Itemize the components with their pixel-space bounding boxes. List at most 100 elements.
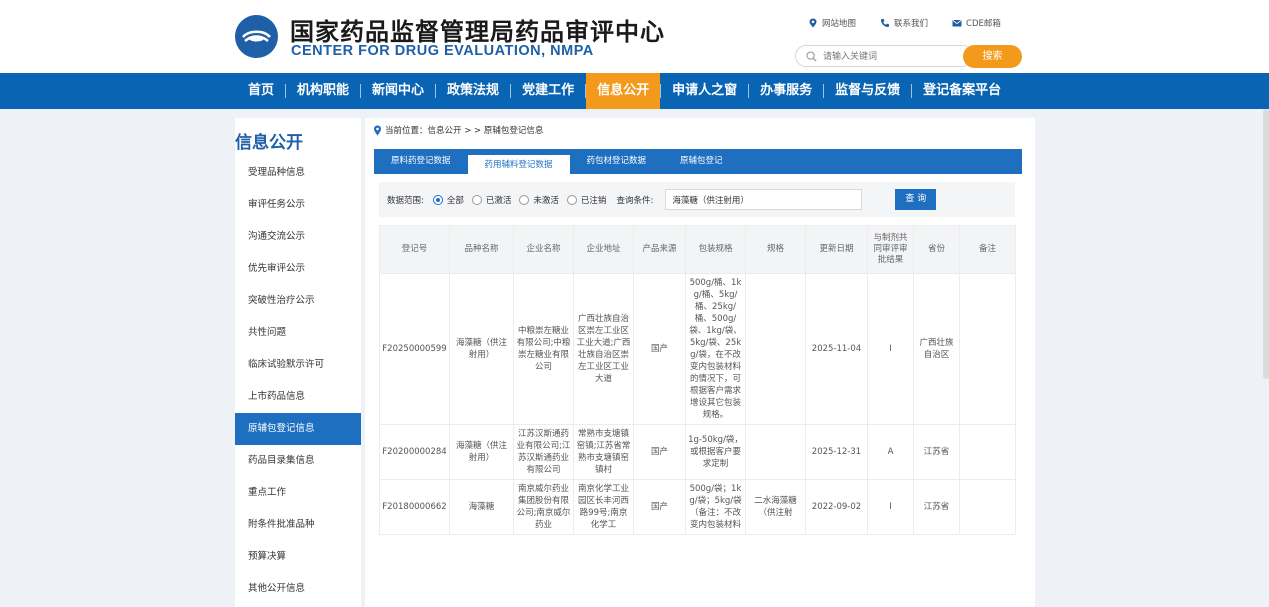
table-cell bbox=[959, 479, 1016, 535]
sidebar-item[interactable]: 其他公开信息 bbox=[235, 573, 361, 605]
radio-label: 全部 bbox=[446, 195, 464, 206]
table-cell bbox=[745, 273, 806, 425]
site-subtitle: CENTER FOR DRUG EVALUATION, NMPA bbox=[291, 43, 594, 59]
range-radio[interactable]: 已激活 bbox=[471, 194, 512, 206]
tab-item[interactable]: 原辅包登记 bbox=[663, 149, 740, 174]
table-cell: 江苏省 bbox=[913, 479, 960, 535]
table-cell: 国产 bbox=[633, 273, 686, 425]
table-cell: 广西壮族自治区崇左工业区工业大道;广西壮族自治区崇左工业区工业大道 bbox=[573, 273, 634, 425]
sidebar-item[interactable]: 沟通交流公示 bbox=[235, 221, 361, 253]
table-header-cell: 与制剂共同审评审批结果 bbox=[867, 225, 914, 274]
sidebar-item[interactable]: 上市药品信息 bbox=[235, 381, 361, 413]
tab-item[interactable]: 药包材登记数据 bbox=[570, 149, 664, 174]
location-pin-icon bbox=[374, 125, 381, 135]
table-cell: 500g/袋；1kg/袋；5kg/袋（备注：不改变内包装材料 bbox=[685, 479, 746, 535]
table-header-cell: 品种名称 bbox=[449, 225, 514, 274]
search-box bbox=[795, 45, 973, 67]
radio-dot-icon[interactable] bbox=[519, 194, 530, 205]
sidebar-item[interactable]: 重点工作 bbox=[235, 477, 361, 509]
range-radio[interactable]: 未激活 bbox=[519, 194, 559, 206]
nav-item[interactable]: 信息公开 bbox=[586, 73, 661, 109]
breadcrumb: 当前位置： 信息公开 > > 原辅包登记信息 bbox=[373, 124, 543, 136]
sidebar-item[interactable]: 药品目录集信息 bbox=[235, 445, 361, 477]
table-header-cell: 规格 bbox=[745, 225, 806, 274]
main-nav: 首页 机构职能 新闻中心 政策法规 党建工作 信息公开 申请人之窗 办事服务 监督与反馈 登记备案… bbox=[0, 73, 1269, 109]
nav-item[interactable]: 政策法规 bbox=[436, 73, 510, 109]
radio-label: 已激活 bbox=[485, 195, 512, 206]
table-cell: 1g-50kg/袋，或根据客户要求定制 bbox=[685, 424, 746, 480]
breadcrumb-path[interactable]: 信息公开 > > 原辅包登记信息 bbox=[428, 124, 544, 136]
table-cell: F20180000662 bbox=[379, 479, 450, 535]
sidebar-item[interactable]: 附条件批准品种 bbox=[235, 509, 361, 541]
page-scrollbar[interactable] bbox=[1263, 109, 1269, 379]
range-label: 数据范围: bbox=[387, 195, 424, 206]
table-cell: 常熟市支塘镇窑镇;江苏省常熟市支塘镇窑镇村 bbox=[573, 424, 634, 480]
nav-item[interactable]: 新闻中心 bbox=[361, 73, 435, 109]
table-cell: 江苏省 bbox=[913, 424, 960, 480]
table-cell: F20200000284 bbox=[379, 424, 450, 480]
table-cell bbox=[745, 424, 806, 480]
range-radio[interactable]: 已注销 bbox=[566, 194, 607, 206]
phone-icon bbox=[881, 19, 890, 27]
condition-input[interactable] bbox=[665, 189, 863, 210]
table-header-cell: 更新日期 bbox=[805, 225, 868, 274]
sidebar-item[interactable]: 原辅包登记信息 bbox=[235, 413, 361, 445]
mail-link[interactable]: CDE邮箱 bbox=[952, 16, 1001, 30]
sidebar-list: 受理品种信息 审评任务公示 沟通交流公示 优先审评公示 突破性治疗公示 共性问题 临床试验默… bbox=[235, 157, 361, 605]
table-row[interactable]: F20180000662 海藻糖 南京威尔药业集团股份有限公司;南京威尔药业 南京化学… bbox=[379, 479, 1016, 535]
nav-item[interactable]: 党建工作 bbox=[511, 73, 585, 109]
table-cell: I bbox=[867, 479, 914, 535]
nav-item[interactable]: 申请人之窗 bbox=[661, 73, 748, 109]
sidebar-item[interactable]: 审评任务公示 bbox=[235, 189, 361, 221]
nav-item[interactable]: 机构职能 bbox=[286, 73, 360, 109]
table-header-cell: 登记号 bbox=[379, 225, 450, 274]
table-header-cell: 企业名称 bbox=[513, 225, 574, 274]
breadcrumb-prefix: 当前位置： bbox=[385, 126, 428, 136]
table-cell: F20250000599 bbox=[379, 273, 450, 425]
radio-dot-icon[interactable] bbox=[471, 194, 482, 205]
radio-dot-icon[interactable] bbox=[432, 194, 443, 205]
table-cell bbox=[959, 424, 1016, 480]
sidebar-item[interactable]: 突破性治疗公示 bbox=[235, 285, 361, 317]
sidebar: 信息公开 受理品种信息 审评任务公示 沟通交流公示 优先审评公示 突破性治疗公示 共性问题… bbox=[235, 118, 361, 607]
cde-logo[interactable] bbox=[235, 15, 278, 58]
location-pin-icon bbox=[809, 18, 817, 28]
site-map-link[interactable]: 网站地图 bbox=[808, 16, 856, 30]
site-title: 国家药品监督管理局药品审评中心 bbox=[290, 18, 665, 46]
nav-item[interactable]: 登记备案平台 bbox=[912, 73, 1012, 109]
table-body: F20250000599 海藻糖（供注射用） 中粮崇左糖业有限公司;中粮崇左糖业有限… bbox=[379, 273, 1016, 535]
radio-dot-icon[interactable] bbox=[566, 194, 577, 205]
nav-item[interactable]: 办事服务 bbox=[749, 73, 823, 109]
sidebar-item[interactable]: 共性问题 bbox=[235, 317, 361, 349]
sidebar-item[interactable]: 受理品种信息 bbox=[235, 157, 361, 189]
sidebar-title: 信息公开 bbox=[235, 128, 361, 153]
table-cell: 中粮崇左糖业有限公司;中粮崇左糖业有限公司 bbox=[513, 273, 574, 425]
table-cell: 2025-11-04 bbox=[805, 273, 868, 425]
sidebar-item[interactable]: 临床试验默示许可 bbox=[235, 349, 361, 381]
radio-label: 已注销 bbox=[580, 195, 607, 206]
range-radio[interactable]: 全部 bbox=[432, 194, 464, 206]
search-button[interactable]: 搜索 bbox=[963, 45, 1022, 68]
query-button[interactable]: 查 询 bbox=[895, 189, 937, 210]
nav-item[interactable]: 监督与反馈 bbox=[824, 73, 911, 109]
sidebar-item[interactable]: 预算决算 bbox=[235, 541, 361, 573]
table-cell: I bbox=[867, 273, 914, 425]
table-row[interactable]: F20200000284 海藻糖（供注射用） 江苏汉斯通药业有限公司;江苏汉斯通药业… bbox=[379, 424, 1016, 480]
table-header-cell: 产品来源 bbox=[633, 225, 686, 274]
registration-tabs: 原料药登记数据 药用辅料登记数据 药包材登记数据 原辅包登记 bbox=[374, 149, 1022, 174]
radio-label: 未激活 bbox=[533, 195, 559, 206]
sidebar-item[interactable]: 优先审评公示 bbox=[235, 253, 361, 285]
tab-item[interactable]: 药用辅料登记数据 bbox=[467, 153, 570, 174]
site-map-label: 网站地图 bbox=[822, 19, 857, 29]
tab-item[interactable]: 原料药登记数据 bbox=[374, 149, 468, 174]
table-cell: 海藻糖（供注射用） bbox=[449, 424, 514, 480]
contact-link[interactable]: 联系我们 bbox=[880, 16, 928, 30]
table-cell: 南京威尔药业集团股份有限公司;南京威尔药业 bbox=[513, 479, 574, 535]
search-input[interactable] bbox=[823, 49, 963, 64]
table-row[interactable]: F20250000599 海藻糖（供注射用） 中粮崇左糖业有限公司;中粮崇左糖业有限… bbox=[379, 273, 1016, 425]
filter-bar: 数据范围: 全部 已激活 未激活 已注销 查询条件: 查 询 bbox=[379, 182, 1015, 217]
table-cell: 广西壮族自治区 bbox=[913, 273, 960, 425]
nav-item[interactable]: 首页 bbox=[237, 73, 285, 109]
table-header-cell: 省份 bbox=[913, 225, 960, 274]
top-links: 网站地图 联系我们 CDE邮箱 bbox=[808, 16, 1025, 30]
